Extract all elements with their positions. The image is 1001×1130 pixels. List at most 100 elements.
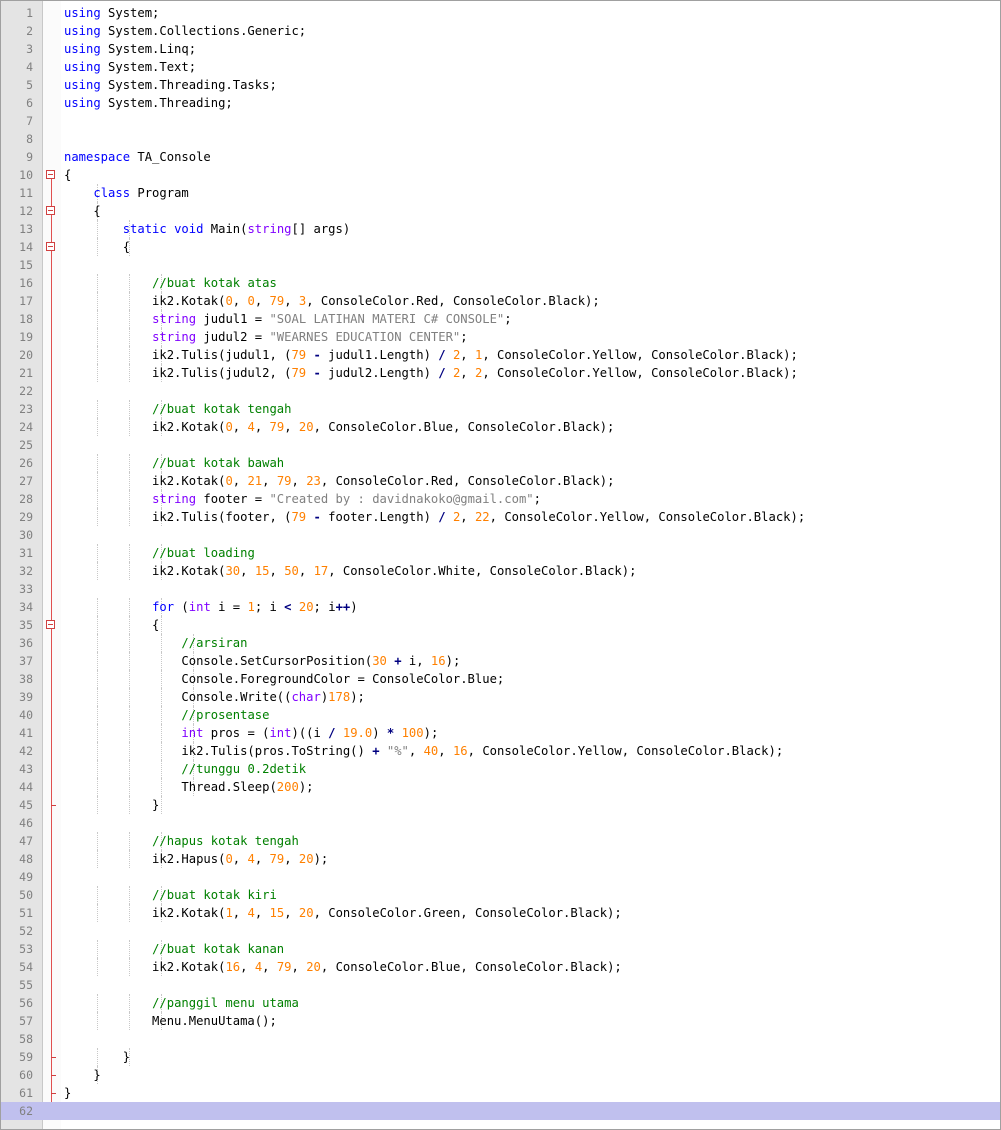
code-line[interactable]: 14 { [1, 238, 1000, 256]
code-line[interactable]: 23 //buat kotak tengah [1, 400, 1000, 418]
fold-collapse-icon[interactable] [46, 170, 55, 179]
code-line[interactable]: 9 namespace TA_Console [1, 148, 1000, 166]
fold-end-marker-icon [51, 1048, 56, 1058]
code-line[interactable]: 60 } [1, 1066, 1000, 1084]
code-line[interactable]: 29 ik2.Tulis(footer, (79 - footer.Length… [1, 508, 1000, 526]
code-line[interactable]: 8 [1, 130, 1000, 148]
code-line[interactable]: 33 [1, 580, 1000, 598]
code-text: using System.Collections.Generic; [64, 24, 307, 38]
code-line[interactable]: 5 using System.Threading.Tasks; [1, 76, 1000, 94]
code-text: ik2.Tulis(judul2, (79 - judul2.Length) /… [64, 366, 798, 380]
code-line[interactable]: 47 //hapus kotak tengah [1, 832, 1000, 850]
code-line[interactable]: 18 string judul1 = "SOAL LATIHAN MATERI … [1, 310, 1000, 328]
code-text: ik2.Tulis(judul1, (79 - judul1.Length) /… [64, 348, 798, 362]
code-line[interactable]: 21 ik2.Tulis(judul2, (79 - judul2.Length… [1, 364, 1000, 382]
code-line[interactable]: 16 //buat kotak atas [1, 274, 1000, 292]
code-text: ik2.Tulis(footer, (79 - footer.Length) /… [64, 510, 806, 524]
code-line[interactable]: 43 //tunggu 0.2detik [1, 760, 1000, 778]
code-line[interactable]: 36 //arsiran [1, 634, 1000, 652]
code-line[interactable]: 6 using System.Threading; [1, 94, 1000, 112]
line-number: 54 [19, 960, 33, 974]
code-text: Menu.MenuUtama(); [64, 1014, 277, 1028]
line-number: 20 [19, 348, 33, 362]
code-line[interactable]: 42 ik2.Tulis(pros.ToString() + "%", 40, … [1, 742, 1000, 760]
line-number: 11 [19, 186, 33, 200]
code-line[interactable]: 4 using System.Text; [1, 58, 1000, 76]
code-line[interactable]: 20 ik2.Tulis(judul1, (79 - judul1.Length… [1, 346, 1000, 364]
code-text: namespace TA_Console [64, 150, 211, 164]
code-line[interactable]: 19 string judul2 = "WEARNES EDUCATION CE… [1, 328, 1000, 346]
fold-collapse-icon[interactable] [46, 242, 55, 251]
code-line[interactable]: 11 class Program [1, 184, 1000, 202]
code-line[interactable]: 35 { [1, 616, 1000, 634]
code-line[interactable]: 57 Menu.MenuUtama(); [1, 1012, 1000, 1030]
code-text: string judul2 = "WEARNES EDUCATION CENTE… [152, 330, 468, 344]
line-number: 21 [19, 366, 33, 380]
line-number: 41 [19, 726, 33, 740]
code-line[interactable]: 50 //buat kotak kiri [1, 886, 1000, 904]
code-line[interactable]: 13 static void Main(string[] args) [1, 220, 1000, 238]
code-line[interactable]: 53 //buat kotak kanan [1, 940, 1000, 958]
line-number: 22 [19, 384, 33, 398]
code-line[interactable]: 37 Console.SetCursorPosition(30 + i, 16)… [1, 652, 1000, 670]
line-number: 24 [19, 420, 33, 434]
code-line[interactable]: 24 ik2.Kotak(0, 4, 79, 20, ConsoleColor.… [1, 418, 1000, 436]
line-number: 6 [26, 96, 33, 110]
code-line[interactable]: 12 { [1, 202, 1000, 220]
code-line[interactable]: 22 [1, 382, 1000, 400]
line-number: 1 [26, 6, 33, 20]
code-line[interactable]: 49 [1, 868, 1000, 886]
line-number: 26 [19, 456, 33, 470]
code-line[interactable]: 52 [1, 922, 1000, 940]
code-line[interactable]: 59 } [1, 1048, 1000, 1066]
code-line[interactable]: 38 Console.ForegroundColor = ConsoleColo… [1, 670, 1000, 688]
code-line[interactable]: 45 } [1, 796, 1000, 814]
code-line[interactable]: 3 using System.Linq; [1, 40, 1000, 58]
code-line[interactable]: 48 ik2.Hapus(0, 4, 79, 20); [1, 850, 1000, 868]
line-number: 48 [19, 852, 33, 866]
fold-end-marker-icon [51, 796, 56, 806]
code-line[interactable]: 30 [1, 526, 1000, 544]
line-number: 47 [19, 834, 33, 848]
code-text: //panggil menu utama [152, 996, 299, 1010]
code-line[interactable]: 55 [1, 976, 1000, 994]
code-line[interactable]: 7 [1, 112, 1000, 130]
code-line[interactable]: 54 ik2.Kotak(16, 4, 79, 20, ConsoleColor… [1, 958, 1000, 976]
code-line[interactable]: 62 [1, 1102, 1000, 1120]
code-line[interactable]: 31 //buat loading [1, 544, 1000, 562]
code-line[interactable]: 56 //panggil menu utama [1, 994, 1000, 1012]
code-line[interactable]: 27 ik2.Kotak(0, 21, 79, 23, ConsoleColor… [1, 472, 1000, 490]
code-line[interactable]: 40 //prosentase [1, 706, 1000, 724]
fold-collapse-icon[interactable] [46, 620, 55, 629]
code-text: string judul1 = "SOAL LATIHAN MATERI C# … [152, 312, 512, 326]
code-line[interactable]: 39 Console.Write((char)178); [1, 688, 1000, 706]
code-line[interactable]: 15 [1, 256, 1000, 274]
code-line[interactable]: 51 ik2.Kotak(1, 4, 15, 20, ConsoleColor.… [1, 904, 1000, 922]
line-number: 57 [19, 1014, 33, 1028]
line-number: 60 [19, 1068, 33, 1082]
fold-collapse-icon[interactable] [46, 206, 55, 215]
code-line[interactable]: 1 using System; [1, 4, 1000, 22]
line-number: 42 [19, 744, 33, 758]
code-line[interactable]: 58 [1, 1030, 1000, 1048]
line-number: 37 [19, 654, 33, 668]
code-line[interactable]: 26 //buat kotak bawah [1, 454, 1000, 472]
code-line[interactable]: 2 using System.Collections.Generic; [1, 22, 1000, 40]
code-text: using System.Linq; [64, 42, 197, 56]
code-line[interactable]: 17 ik2.Kotak(0, 0, 79, 3, ConsoleColor.R… [1, 292, 1000, 310]
code-editor[interactable]: 1 using System; 2 using System.Collections.… [0, 0, 1001, 1130]
code-line[interactable]: 61} [1, 1084, 1000, 1102]
code-line[interactable]: 44 Thread.Sleep(200); [1, 778, 1000, 796]
line-number: 38 [19, 672, 33, 686]
code-line[interactable]: 46 [1, 814, 1000, 832]
code-text: using System.Threading; [64, 96, 233, 110]
code-line[interactable]: 41 int pros = (int)((i / 19.0) * 100); [1, 724, 1000, 742]
code-line[interactable]: 32 ik2.Kotak(30, 15, 50, 17, ConsoleColo… [1, 562, 1000, 580]
line-number: 51 [19, 906, 33, 920]
code-line[interactable]: 28 string footer = "Created by : davidna… [1, 490, 1000, 508]
code-line[interactable]: 10 { [1, 166, 1000, 184]
code-text: ik2.Hapus(0, 4, 79, 20); [64, 852, 329, 866]
code-line[interactable]: 25 [1, 436, 1000, 454]
code-text: class Program [93, 186, 189, 200]
code-line[interactable]: 34 for (int i = 1; i < 20; i++) [1, 598, 1000, 616]
